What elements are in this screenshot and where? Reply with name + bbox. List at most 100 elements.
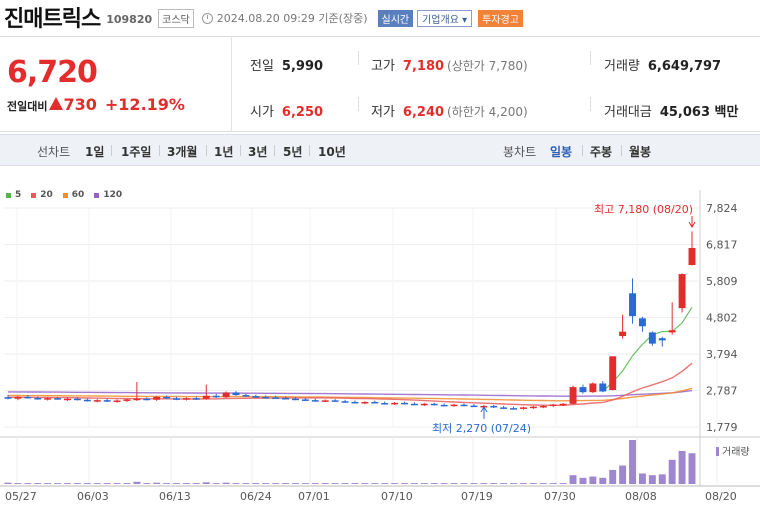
volume-bar	[192, 483, 200, 484]
volume-bar	[212, 483, 220, 484]
candle-body	[163, 396, 171, 399]
volume-bar	[64, 483, 71, 484]
candle-body	[410, 403, 418, 406]
candle-body	[103, 400, 111, 402]
volume-bar	[113, 483, 121, 484]
volume-bar	[688, 453, 696, 484]
volume-bar	[410, 483, 418, 484]
volume-bar	[401, 483, 408, 484]
candle-body	[381, 403, 389, 405]
volume-bar	[301, 483, 309, 484]
volume-label: 거래량	[722, 446, 750, 458]
candle-body	[549, 404, 557, 407]
candle-body	[589, 383, 597, 393]
high-annotation: 최고 7,180 (08/20)	[594, 203, 693, 216]
volume-bar	[182, 483, 190, 484]
y-tick-label: 3,794	[706, 348, 738, 361]
volume-bar	[678, 451, 686, 484]
price-chart[interactable]: 7,824 6,817 5,809 4,802 3,794 2,787 1,779 05/27…	[0, 0, 760, 510]
x-tick-label: 07/01	[298, 490, 330, 503]
volume-bar	[520, 483, 527, 484]
volume-bar	[331, 483, 339, 484]
volume-bar	[668, 459, 676, 484]
volume-bar	[420, 483, 428, 484]
volume-bar	[341, 483, 349, 484]
volume-bar	[559, 483, 567, 484]
volume-bar	[638, 473, 646, 484]
candle-body	[331, 400, 339, 402]
candle-body	[420, 403, 428, 406]
volume-bar	[381, 483, 389, 484]
candle-body	[54, 398, 62, 400]
volume-bar	[549, 483, 557, 484]
candle-body	[648, 332, 656, 344]
volume-bar	[123, 483, 131, 484]
candle-body	[609, 356, 617, 391]
y-tick-label: 1,779	[706, 421, 738, 434]
volume-bar	[391, 483, 399, 484]
candle-body	[4, 397, 12, 399]
candle-body	[242, 395, 250, 397]
y-tick-label: 2,787	[706, 384, 738, 397]
candle-body	[143, 398, 151, 401]
volume-bar	[658, 474, 666, 484]
candle-body	[321, 400, 329, 402]
candle-body	[182, 398, 190, 400]
candle-body	[440, 404, 448, 407]
candle-body	[391, 402, 399, 405]
candle-body	[490, 405, 498, 408]
candle-body	[64, 398, 71, 401]
volume-bar	[73, 483, 81, 484]
volume-bar	[569, 475, 577, 484]
candle-body	[668, 330, 676, 333]
volume-bar	[222, 482, 230, 484]
volume-bar	[619, 465, 627, 484]
candle-body	[371, 401, 379, 404]
x-tick-label: 05/27	[5, 490, 37, 503]
candle-body	[123, 399, 131, 401]
y-tick-label: 7,824	[706, 202, 738, 215]
candle-body	[460, 404, 468, 407]
volume-bar	[460, 483, 468, 484]
volume-bar	[24, 483, 32, 484]
candle-body	[44, 398, 52, 400]
volume-bar	[133, 481, 141, 484]
x-tick-label: 06/24	[240, 490, 272, 503]
volume-bar	[93, 483, 101, 484]
candle-body	[579, 387, 587, 393]
candle-body	[133, 398, 141, 401]
candle-body	[569, 387, 577, 404]
volume-bar	[252, 483, 260, 484]
volume-bar	[629, 440, 636, 484]
candle-body	[539, 405, 547, 408]
candle-body	[619, 331, 627, 337]
volume-bar	[272, 483, 280, 484]
candle-body	[153, 396, 161, 400]
volume-bar	[579, 477, 587, 484]
volume-bar	[440, 483, 448, 484]
candle-body	[24, 396, 32, 399]
candle-body	[500, 407, 508, 409]
volume-bar	[292, 483, 299, 484]
low-annotation: 최저 2,270 (07/24)	[432, 422, 531, 435]
x-tick-label: 08/20	[705, 490, 737, 503]
x-tick-label: 07/30	[544, 490, 576, 503]
candle-body	[93, 400, 101, 402]
candle-body	[559, 403, 567, 406]
volume-bar	[232, 483, 240, 484]
candle-body	[351, 401, 359, 404]
volume-bar	[34, 483, 42, 484]
x-tick-label: 06/13	[159, 490, 191, 503]
candle-body	[470, 405, 478, 408]
candle-body	[678, 274, 686, 309]
volume-bar	[529, 483, 537, 484]
candle-body	[232, 392, 240, 396]
y-tick-label: 5,809	[706, 275, 738, 288]
candle-body	[311, 400, 319, 402]
volume-bar	[371, 483, 379, 484]
candle-body	[341, 401, 349, 403]
candle-body	[252, 396, 260, 398]
volume-bar	[361, 483, 369, 484]
candle-body	[520, 407, 527, 409]
candle-body	[262, 396, 270, 399]
